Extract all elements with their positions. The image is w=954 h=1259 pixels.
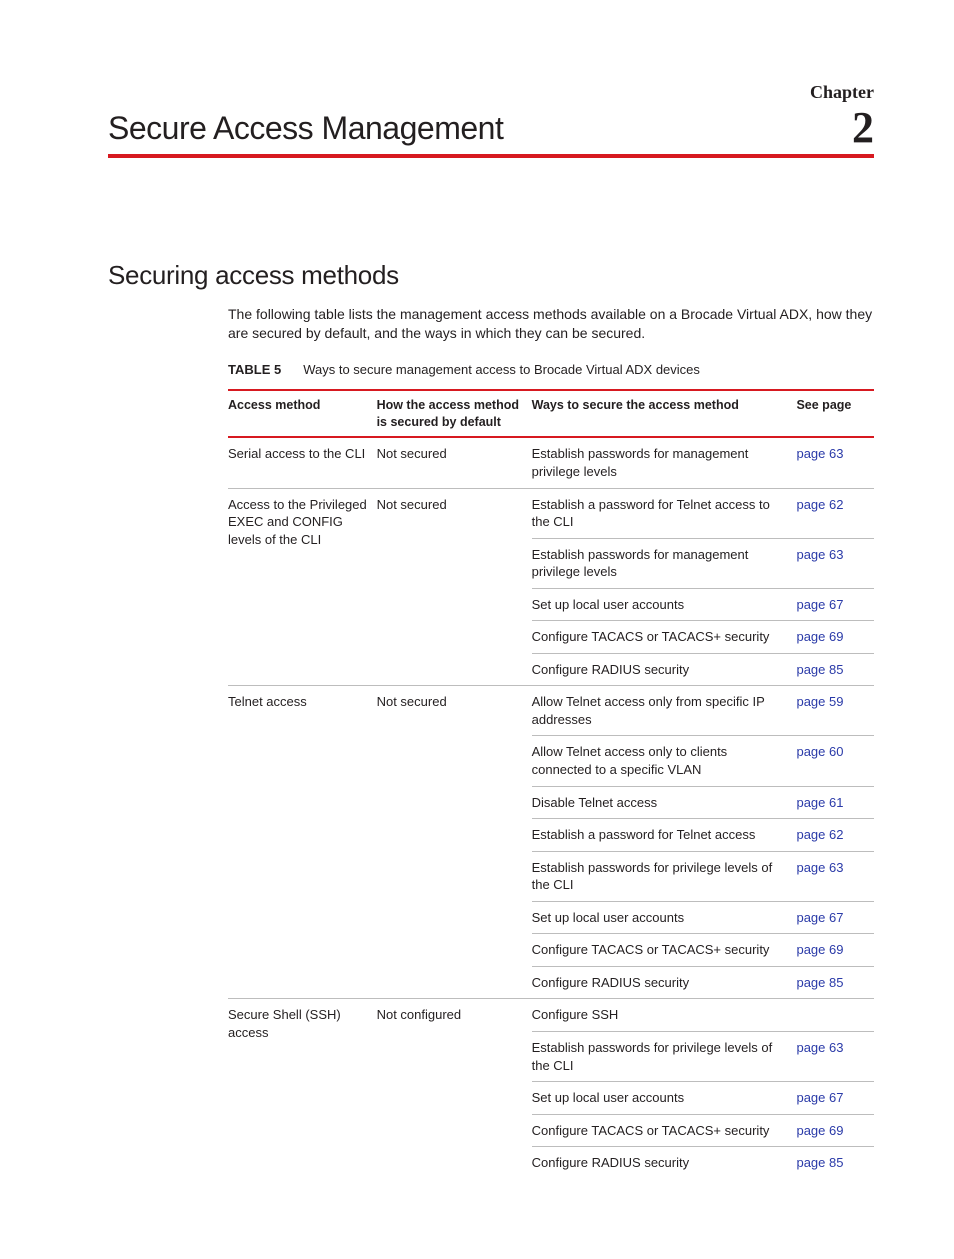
page-link[interactable]: page 62 — [796, 827, 843, 842]
cell-page: page 85 — [796, 653, 874, 686]
cell-way: Set up local user accounts — [532, 901, 797, 934]
table-row: Telnet accessNot securedAllow Telnet acc… — [228, 686, 874, 736]
col-header-see-page: See page — [796, 390, 874, 438]
cell-access-method: Telnet access — [228, 686, 377, 999]
cell-page: page 69 — [796, 621, 874, 654]
page-link[interactable]: page 85 — [796, 1155, 843, 1170]
table-caption: Ways to secure management access to Broc… — [303, 361, 700, 379]
table-row: Secure Shell (SSH) accessNot configuredC… — [228, 999, 874, 1032]
cell-page: page 67 — [796, 1082, 874, 1115]
cell-page: page 59 — [796, 686, 874, 736]
cell-page: page 63 — [796, 851, 874, 901]
page-link[interactable]: page 85 — [796, 975, 843, 990]
cell-way: Set up local user accounts — [532, 588, 797, 621]
cell-page: page 67 — [796, 588, 874, 621]
page-link[interactable]: page 67 — [796, 597, 843, 612]
cell-page: page 85 — [796, 966, 874, 999]
chapter-title: Secure Access Management — [108, 107, 503, 150]
table-container: TABLE 5 Ways to secure management access… — [228, 361, 874, 1179]
page-link[interactable]: page 61 — [796, 795, 843, 810]
page: Chapter Secure Access Management 2 Secur… — [0, 0, 954, 1259]
page-link[interactable]: page 59 — [796, 694, 843, 709]
page-link[interactable]: page 63 — [796, 860, 843, 875]
page-link[interactable]: page 85 — [796, 662, 843, 677]
col-header-ways: Ways to secure the access method — [532, 390, 797, 438]
cell-page: page 61 — [796, 786, 874, 819]
chapter-number: 2 — [852, 106, 874, 150]
page-link[interactable]: page 67 — [796, 910, 843, 925]
cell-way: Configure RADIUS security — [532, 1147, 797, 1179]
cell-way: Configure TACACS or TACACS+ security — [532, 934, 797, 967]
access-methods-table: Access method How the access method is s… — [228, 389, 874, 1179]
cell-way: Establish a password for Telnet access — [532, 819, 797, 852]
section-title: Securing access methods — [108, 258, 874, 293]
cell-way: Disable Telnet access — [532, 786, 797, 819]
table-row: Access to the Privileged EXEC and CONFIG… — [228, 488, 874, 538]
cell-access-method: Secure Shell (SSH) access — [228, 999, 377, 1179]
cell-way: Establish passwords for management privi… — [532, 437, 797, 488]
cell-way: Establish passwords for privilege levels… — [532, 851, 797, 901]
cell-default: Not configured — [377, 999, 532, 1179]
cell-way: Configure RADIUS security — [532, 653, 797, 686]
cell-way: Set up local user accounts — [532, 1082, 797, 1115]
table-number: TABLE 5 — [228, 361, 281, 379]
cell-page: page 63 — [796, 437, 874, 488]
cell-page — [796, 999, 874, 1032]
page-link[interactable]: page 69 — [796, 942, 843, 957]
cell-page: page 63 — [796, 538, 874, 588]
page-link[interactable]: page 63 — [796, 547, 843, 562]
cell-way: Establish a password for Telnet access t… — [532, 488, 797, 538]
cell-way: Establish passwords for management privi… — [532, 538, 797, 588]
cell-access-method: Access to the Privileged EXEC and CONFIG… — [228, 488, 377, 686]
table-row: Serial access to the CLINot securedEstab… — [228, 437, 874, 488]
col-header-default: How the access method is secured by defa… — [377, 390, 532, 438]
cell-access-method: Serial access to the CLI — [228, 437, 377, 488]
cell-page: page 69 — [796, 934, 874, 967]
cell-way: Configure TACACS or TACACS+ security — [532, 1114, 797, 1147]
page-link[interactable]: page 67 — [796, 1090, 843, 1105]
cell-way: Configure TACACS or TACACS+ security — [532, 621, 797, 654]
cell-default: Not secured — [377, 437, 532, 488]
table-title: TABLE 5 Ways to secure management access… — [228, 361, 874, 383]
chapter-header: Secure Access Management 2 — [108, 106, 874, 158]
page-link[interactable]: page 69 — [796, 1123, 843, 1138]
cell-page: page 62 — [796, 819, 874, 852]
cell-way: Allow Telnet access only to clients conn… — [532, 736, 797, 786]
cell-way: Configure SSH — [532, 999, 797, 1032]
cell-way: Configure RADIUS security — [532, 966, 797, 999]
page-link[interactable]: page 63 — [796, 1040, 843, 1055]
cell-default: Not secured — [377, 488, 532, 686]
page-link[interactable]: page 60 — [796, 744, 843, 759]
page-link[interactable]: page 63 — [796, 446, 843, 461]
chapter-label: Chapter — [108, 80, 874, 104]
cell-page: page 62 — [796, 488, 874, 538]
section-intro: The following table lists the management… — [228, 305, 874, 343]
table-header-row: Access method How the access method is s… — [228, 390, 874, 438]
col-header-access-method: Access method — [228, 390, 377, 438]
cell-way: Establish passwords for privilege levels… — [532, 1031, 797, 1081]
cell-page: page 67 — [796, 901, 874, 934]
cell-default: Not secured — [377, 686, 532, 999]
cell-page: page 63 — [796, 1031, 874, 1081]
cell-way: Allow Telnet access only from specific I… — [532, 686, 797, 736]
cell-page: page 85 — [796, 1147, 874, 1179]
cell-page: page 69 — [796, 1114, 874, 1147]
cell-page: page 60 — [796, 736, 874, 786]
page-link[interactable]: page 62 — [796, 497, 843, 512]
page-link[interactable]: page 69 — [796, 629, 843, 644]
